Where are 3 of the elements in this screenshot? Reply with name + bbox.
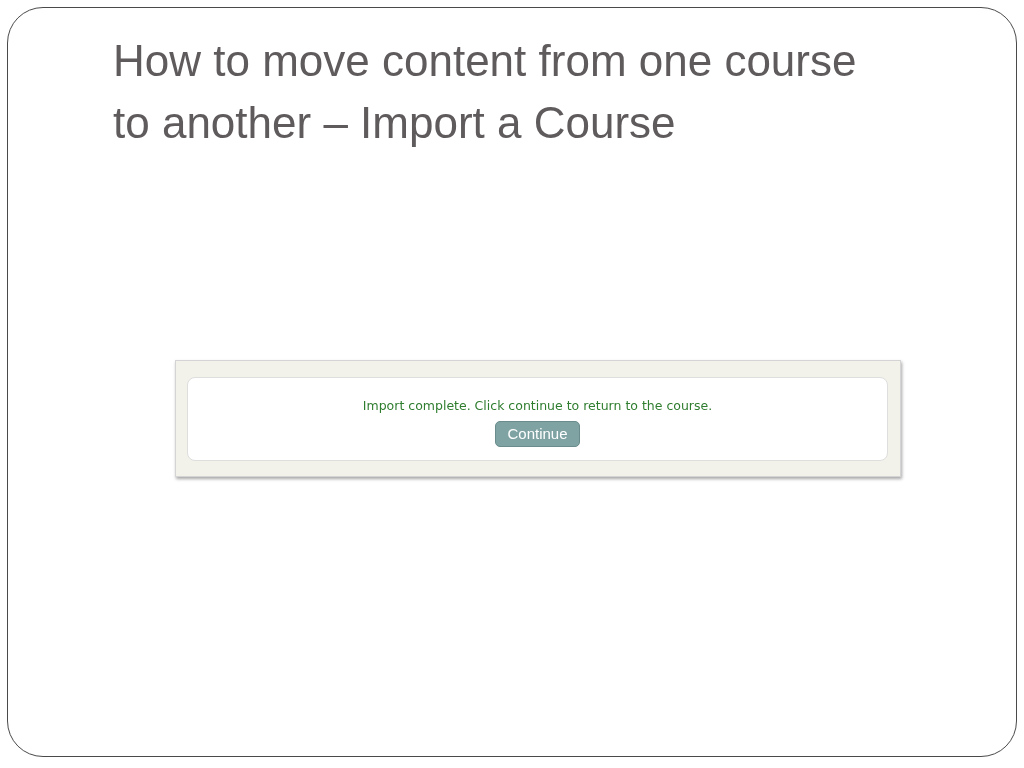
continue-button[interactable]: Continue (495, 421, 580, 447)
import-message: Import complete. Click continue to return to the course. (362, 398, 713, 413)
slide-title: How to move content from one course to another – Import a Course (113, 35, 858, 149)
